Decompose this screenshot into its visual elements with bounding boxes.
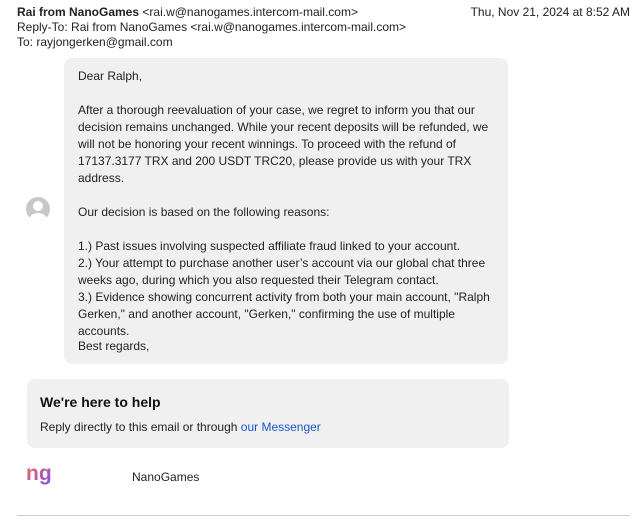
footer-divider xyxy=(17,515,630,516)
message-bubble: Dear Ralph, After a thorough reevaluatio… xyxy=(64,58,508,364)
reason-item: 3.) Evidence showing concurrent activity… xyxy=(78,290,490,338)
to-value: rayjongerken@gmail.com xyxy=(36,35,173,49)
help-text: Reply directly to this email or through … xyxy=(40,420,496,435)
help-title: We're here to help xyxy=(40,394,161,410)
to-line: To: rayjongerken@gmail.com xyxy=(17,35,630,50)
sender-name[interactable]: Rai from NanoGames xyxy=(17,5,139,19)
reply-to-line: Reply-To: Rai from NanoGames <rai.w@nano… xyxy=(17,20,630,35)
help-card: We're here to help Reply directly to thi… xyxy=(27,379,509,448)
reason-item: 1.) Past issues involving suspected affi… xyxy=(78,239,460,253)
to-label: To: xyxy=(17,35,34,49)
reply-to-value: Rai from NanoGames <rai.w@nanogames.inte… xyxy=(71,20,406,34)
default-person-avatar-icon xyxy=(26,197,50,221)
nanogames-logo-icon: ng xyxy=(26,462,52,485)
sender-email: <rai.w@nanogames.intercom-mail.com> xyxy=(142,5,358,19)
avatar-shoulders-shape xyxy=(29,213,47,221)
message-signoff: Best regards, xyxy=(78,339,150,353)
message-paragraph-1: After a thorough reevaluation of your ca… xyxy=(78,103,489,185)
logo-lettering: ng xyxy=(26,462,52,485)
help-description: Reply directly to this email or through xyxy=(40,420,238,434)
reason-item: 2.) Your attempt to purchase another use… xyxy=(78,256,486,287)
brand-name: NanoGames xyxy=(132,470,200,484)
email-date: Thu, Nov 21, 2024 at 8:52 AM xyxy=(470,5,630,19)
messenger-link[interactable]: our Messenger xyxy=(241,420,321,434)
email-header: Rai from NanoGames <rai.w@nanogames.inte… xyxy=(17,5,630,50)
reasons-list: 1.) Past issues involving suspected affi… xyxy=(78,238,498,340)
message-greeting: Dear Ralph, xyxy=(78,69,143,83)
message-paragraph-2: Our decision is based on the following r… xyxy=(78,205,330,219)
reply-to-label: Reply-To: xyxy=(17,20,68,34)
avatar-head-shape xyxy=(33,201,43,211)
